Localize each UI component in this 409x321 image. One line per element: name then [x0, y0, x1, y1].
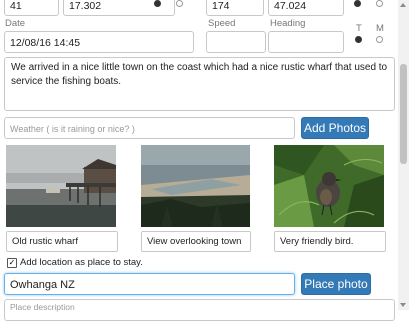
scroll-thumb[interactable]	[400, 64, 407, 164]
photo-caption-coast[interactable]: View overlooking town	[141, 231, 251, 252]
date-label: Date	[5, 18, 26, 29]
longitude-degrees-input[interactable]: 174	[206, 0, 264, 16]
photo-bird[interactable]	[274, 145, 384, 227]
date-input[interactable]: 12/08/16 14:45	[4, 31, 194, 53]
longitude-west-radio[interactable]	[376, 0, 383, 7]
photo-caption-bird[interactable]: Very friendly bird.	[274, 231, 386, 252]
place-description-input[interactable]: Place description	[4, 299, 395, 321]
longitude-east-radio[interactable]	[354, 0, 361, 7]
bird-photo	[274, 145, 384, 227]
add-location-label: Add location as place to stay.	[20, 257, 143, 268]
place-description-placeholder: Place description	[10, 302, 75, 312]
photo-coast[interactable]	[141, 145, 250, 227]
photo-wharf[interactable]	[6, 145, 116, 227]
heading-label: Heading	[270, 18, 306, 29]
speed-label: Speed	[208, 18, 236, 29]
scroll-up-icon[interactable]	[400, 3, 406, 7]
add-location-checkbox[interactable]: ✓	[7, 258, 17, 268]
photo-caption-wharf[interactable]: Old rustic wharf	[6, 231, 118, 252]
vertical-scrollbar[interactable]	[398, 0, 409, 310]
latitude-north-radio[interactable]	[154, 0, 161, 7]
scroll-down-icon[interactable]	[400, 303, 406, 307]
magnetic-label: M	[376, 23, 384, 34]
weather-placeholder: Weather ( is it raining or nice? )	[10, 124, 135, 134]
coast-photo	[141, 145, 250, 227]
heading-input[interactable]	[268, 31, 344, 53]
place-input[interactable]: Owhanga NZ	[4, 273, 295, 295]
weather-input[interactable]: Weather ( is it raining or nice? )	[4, 117, 295, 139]
latitude-south-radio[interactable]	[176, 0, 183, 7]
place-photo-button[interactable]: Place photo	[301, 273, 371, 295]
add-photos-button[interactable]: Add Photos	[301, 117, 369, 139]
true-label: T	[356, 23, 362, 34]
description-text: We arrived in a nice little town on the …	[11, 62, 388, 87]
wharf-photo	[6, 145, 116, 227]
speed-input[interactable]	[206, 31, 266, 53]
longitude-minutes-input[interactable]: 47.024	[268, 0, 344, 16]
latitude-degrees-input[interactable]: 41	[4, 0, 59, 16]
heading-magnetic-radio[interactable]	[376, 36, 383, 43]
description-textarea[interactable]: We arrived in a nice little town on the …	[4, 57, 395, 111]
heading-true-radio[interactable]	[355, 36, 362, 43]
